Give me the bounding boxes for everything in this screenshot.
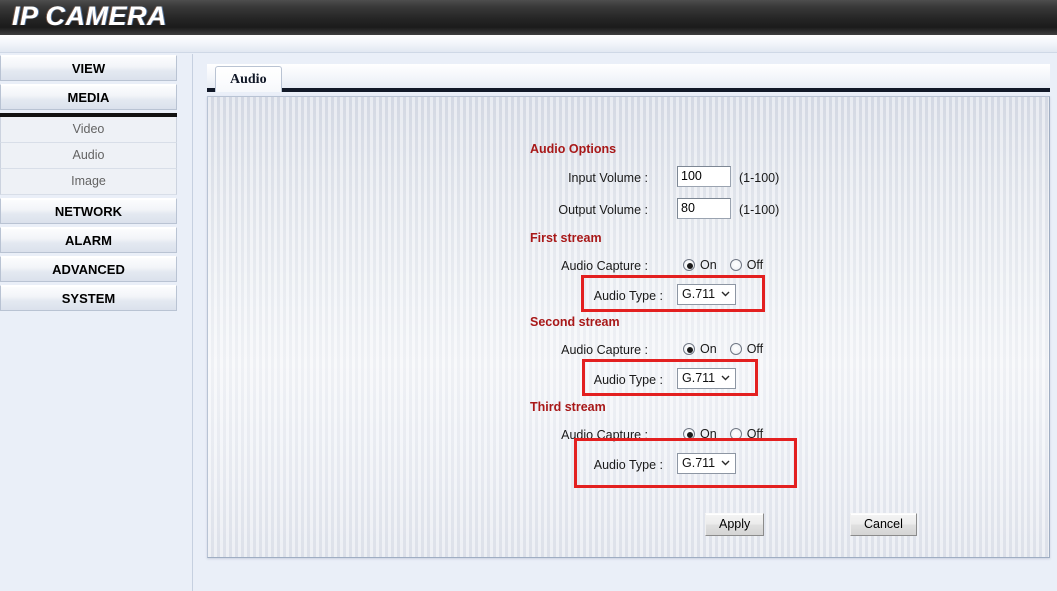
first-stream-radio-off-label: Off <box>746 258 764 272</box>
third-stream-audio-capture-label: Audio Capture : <box>561 428 648 442</box>
second-stream-radio-off-label: Off <box>746 342 764 356</box>
chevron-down-icon <box>721 458 730 467</box>
cancel-button[interactable]: Cancel <box>850 513 917 536</box>
chevron-down-icon <box>721 373 730 382</box>
first-stream-radio-on[interactable] <box>683 259 695 271</box>
sidebar-item-image[interactable]: Image <box>0 169 177 195</box>
third-stream-audio-capture-radiogroup[interactable]: On Off <box>683 427 763 441</box>
first-stream-audio-capture-label: Audio Capture : <box>561 259 648 273</box>
second-stream-radio-on-label: On <box>700 342 717 356</box>
first-stream-audio-capture-radiogroup[interactable]: On Off <box>683 258 763 272</box>
second-stream-audio-type-label: Audio Type : <box>593 373 663 387</box>
section-title-third-stream: Third stream <box>530 400 606 414</box>
input-volume-hint: (1-100) <box>739 171 780 185</box>
sidebar-item-view[interactable]: VIEW <box>0 55 177 81</box>
third-stream-radio-off-label: Off <box>746 427 764 441</box>
input-volume-field[interactable]: 100 <box>677 166 731 187</box>
input-volume-label: Input Volume : <box>568 171 648 185</box>
sidebar-item-network[interactable]: NETWORK <box>0 198 177 224</box>
second-stream-audio-type-value: G.711 <box>682 371 716 385</box>
sidebar-item-alarm[interactable]: ALARM <box>0 227 177 253</box>
output-volume-label: Output Volume : <box>558 203 648 217</box>
first-stream-radio-on-label: On <box>700 258 717 272</box>
tab-strip: Audio <box>207 64 1050 92</box>
sidebar-item-audio[interactable]: Audio <box>0 143 177 169</box>
sidebar-item-advanced[interactable]: ADVANCED <box>0 256 177 282</box>
output-volume-hint: (1-100) <box>739 203 780 217</box>
first-stream-audio-type-select[interactable]: G.711 <box>677 284 736 305</box>
first-stream-radio-off[interactable] <box>729 259 742 271</box>
section-title-first-stream: First stream <box>530 231 602 245</box>
third-stream-radio-on[interactable] <box>683 428 695 440</box>
chevron-down-icon <box>721 289 730 298</box>
second-stream-audio-capture-radiogroup[interactable]: On Off <box>683 342 763 356</box>
section-title-audio-options: Audio Options <box>530 142 617 156</box>
second-stream-audio-capture-label: Audio Capture : <box>561 343 648 357</box>
app-header: IP CAMERA <box>0 0 1057 35</box>
second-stream-radio-off[interactable] <box>729 343 742 355</box>
first-stream-audio-type-value: G.711 <box>682 287 716 301</box>
content-panel: Audio Options Input Volume : 100 (1-100)… <box>207 96 1050 558</box>
page-title: IP CAMERA <box>12 1 168 31</box>
third-stream-audio-type-select[interactable]: G.711 <box>677 453 736 474</box>
audio-settings-form: Audio Options Input Volume : 100 (1-100)… <box>208 97 1049 557</box>
header-separator-band <box>0 35 1057 53</box>
output-volume-field[interactable]: 80 <box>677 198 731 219</box>
second-stream-audio-type-select[interactable]: G.711 <box>677 368 736 389</box>
sidebar-item-video[interactable]: Video <box>0 117 177 143</box>
apply-button[interactable]: Apply <box>705 513 765 536</box>
sidebar-item-media[interactable]: MEDIA <box>0 84 177 110</box>
third-stream-radio-off[interactable] <box>729 428 742 440</box>
section-title-second-stream: Second stream <box>530 315 620 329</box>
second-stream-radio-on[interactable] <box>683 343 695 355</box>
sidebar-nav: VIEW MEDIA Video Audio Image NETWORK ALA… <box>0 55 193 591</box>
sidebar-item-system[interactable]: SYSTEM <box>0 285 177 311</box>
first-stream-audio-type-label: Audio Type : <box>593 289 663 303</box>
third-stream-audio-type-label: Audio Type : <box>593 458 663 472</box>
third-stream-radio-on-label: On <box>700 427 717 441</box>
third-stream-audio-type-value: G.711 <box>682 456 716 470</box>
sidebar-divider <box>192 54 193 591</box>
tab-audio[interactable]: Audio <box>215 66 282 92</box>
